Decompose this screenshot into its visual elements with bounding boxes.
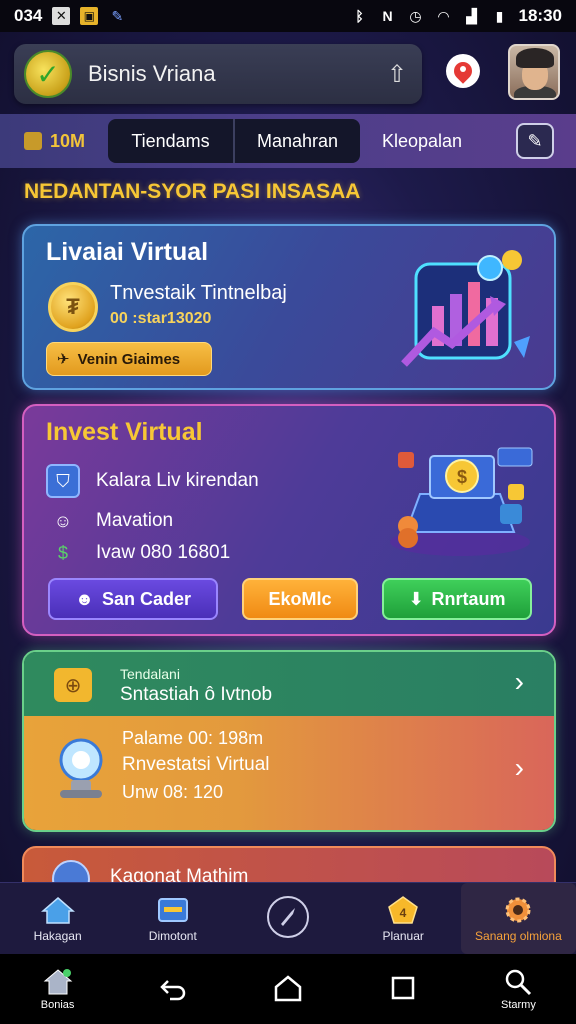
nav-label: Hakagan [33,928,82,943]
card3-top-row[interactable]: ⊕ Tendalani Sntastiah ô Ivtnob › [24,652,554,716]
tab-manahran[interactable]: Manahran [233,119,360,163]
card2-title: Invest Virtual [46,418,203,446]
share-icon[interactable]: ⇧ [382,59,412,89]
coin-icon [24,132,42,150]
sys-home-outline-button[interactable] [230,973,345,1005]
edit-icon[interactable]: ✎ [516,123,554,159]
wifi-icon: ◠ [438,7,449,24]
shield-icon: ⛉ [46,464,80,498]
sys-recents-button[interactable] [346,973,461,1005]
card1-line1: Tnvestaik Tintnelbaj [110,282,287,304]
download-icon: ⬇ [408,588,424,609]
ekomlc-button[interactable]: EkoMlc [242,578,358,620]
bluetooth-icon: ᛒ [355,8,364,24]
card1-button-label: Venin Giaimes [77,350,181,368]
san-cader-label: San Cader [101,588,191,609]
card1-line2: 00 :star13020 [110,310,212,327]
card3-small-label: Tendalani [120,666,180,682]
card2-row: $ Ivaw 080 16801 [46,536,230,570]
gear-icon [505,897,531,922]
tab-kleopalan[interactable]: Kleopalan [382,131,462,152]
nav-item-dimotont[interactable]: Dimotont [115,883,230,954]
ekomlc-label: EkoMlc [268,588,332,609]
recents-icon [391,976,415,1000]
notification-icon: ▣ [80,7,99,25]
location-pin-icon[interactable] [446,54,480,88]
back-icon [160,980,186,1001]
card1-title: Livaiai Virtual [46,238,209,266]
card2-row-text: Mavation [96,510,174,531]
nfc-icon: N [382,8,393,24]
section-title: NEDANTAN-SYOR PASI INSASAA [24,180,361,203]
chevron-right-icon[interactable]: › [515,752,524,784]
card3-line1: Palame 00: 198m [122,728,264,748]
alien-icon: ☻ [75,588,94,609]
pen-icon: ✎ [111,7,124,24]
badge-icon: 4 [388,895,419,924]
search-icon [506,969,532,996]
lock-icon: ⊕ [54,668,92,702]
pin-icon: ✈ [57,351,70,368]
status-time-right: 18:30 [518,6,562,25]
avatar[interactable] [508,44,560,100]
card3-line2: Rnvestatsi Virtual [122,754,270,775]
sys-back-button[interactable] [115,973,230,1005]
coin-amount: 10M [50,130,86,151]
card3-bottom-row[interactable]: Palame 00: 198m Rnvestatsi Virtual Unw 0… [24,716,554,830]
battery-icon: ▮ [495,7,504,24]
signal-icon: ▟ [466,7,477,24]
app-header: ✓ Bisnis Vriana ⇧ [14,44,422,104]
nav-label: Dimotont [148,928,197,943]
close-box-icon: ✕ [52,7,71,25]
nav-item-hakagan[interactable]: Hakagan [0,883,115,954]
svg-text:$: $ [457,467,467,487]
tab-group: Tiendams Manahran [108,119,360,163]
lightbulb-icon [59,738,103,798]
nav-item-compass[interactable] [230,883,345,954]
laptop-coins-illustration-icon: $ [390,447,533,556]
money-icon: $ [57,542,68,563]
system-nav-bar: Bonias Starmy [0,954,576,1024]
compass-icon [267,895,309,938]
sys-search-button[interactable]: Starmy [461,967,576,1011]
card-invest-virtual[interactable]: Invest Virtual ⛉ Kalara Liv kirendan ☺ M… [22,404,556,636]
card3-line3: Unw 08: 120 [122,782,224,802]
sys-label: Bonias [40,999,75,1011]
bottom-app-nav: Hakagan Dimotont 4 Planuar Sanang olmion… [0,882,576,954]
home-icon [43,969,72,995]
card-rnvestatsi-virtual[interactable]: ⊕ Tendalani Sntastiah ô Ivtnob › Palame … [22,650,556,832]
chart-illustration-icon [401,250,530,367]
card-livaiai-virtual[interactable]: Livaiai Virtual ₮ Tnvestaik Tintnelbaj 0… [22,224,556,390]
san-cader-button[interactable]: ☻ San Cader [48,578,218,620]
home-icon [40,896,75,924]
sys-label: Starmy [500,999,536,1011]
app-title: Bisnis Vriana [88,61,216,86]
card2-row-text: Kalara Liv kirendan [96,470,259,491]
nav-label: Planuar [382,928,424,943]
rnrtaum-label: Rnrtaum [431,588,506,609]
tab-bar: 10M Tiendams Manahran Kleopalan ✎ [0,114,576,168]
status-time-left: 034 [14,6,43,25]
coin-balance: 10M [24,131,104,152]
card2-row: ⛉ Kalara Liv kirendan [46,464,259,498]
nav-item-planuar[interactable]: 4 Planuar [346,883,461,954]
tab-tiendams[interactable]: Tiendams [108,119,233,163]
card3-top-text: Sntastiah ô Ivtnob [120,684,273,705]
status-bar: 034 ✕ ▣ ✎ ᛒ N ◷ ◠ ▟ ▮ 18:30 [0,0,576,32]
svg-text:4: 4 [400,906,407,920]
people-icon: ☺ [53,510,73,531]
sys-home-button[interactable]: Bonias [0,967,115,1011]
alarm-icon: ◷ [409,7,422,24]
card1-button[interactable]: ✈ Venin Giaimes [46,342,212,376]
nav-label: Sanang olmiona [475,928,562,943]
app-logo-icon: ✓ [24,50,72,98]
rnrtaum-button[interactable]: ⬇ Rnrtaum [382,578,532,620]
nav-item-sanang-olmiona[interactable]: Sanang olmiona [460,883,576,954]
coin-icon: ₮ [48,282,98,332]
card2-row-text: Ivaw 080 16801 [96,542,231,563]
card-icon [157,897,188,922]
chevron-right-icon[interactable]: › [515,666,524,698]
card2-row: ☺ Mavation [46,504,173,538]
home-outline-icon [274,975,302,1002]
